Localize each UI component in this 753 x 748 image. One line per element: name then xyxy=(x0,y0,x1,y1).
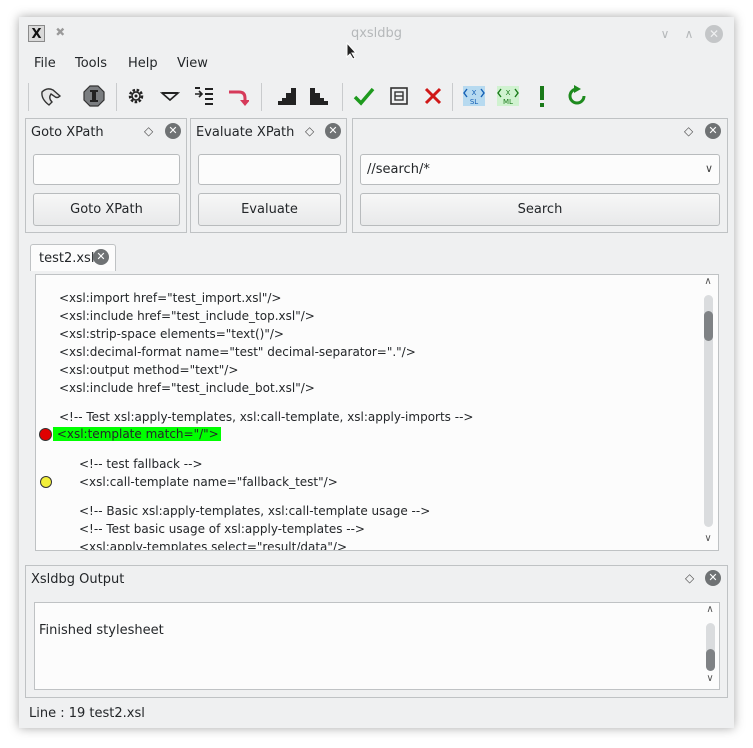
float-icon[interactable]: ◇ xyxy=(685,571,694,585)
scroll-down-icon[interactable]: ∨ xyxy=(701,533,715,544)
disabled-breakpoint-marker[interactable] xyxy=(40,476,52,488)
tab-close-icon[interactable]: ✕ xyxy=(93,249,109,265)
scroll-down-icon[interactable]: ∨ xyxy=(703,673,717,684)
svg-text:SL: SL xyxy=(470,98,478,106)
configure-icon[interactable] xyxy=(37,82,65,110)
title-bar: X ✚ qxsldbg ∨ ∧ ✕ xyxy=(19,17,734,51)
toolbar-separator xyxy=(342,83,343,111)
search-combo[interactable]: //search/* ∨ xyxy=(360,154,720,185)
goto-xpath-button[interactable]: Goto XPath xyxy=(33,193,180,226)
toolbar-separator xyxy=(452,83,453,111)
search-button[interactable]: Search xyxy=(360,193,720,226)
stairs-down-icon[interactable] xyxy=(305,82,333,110)
step-down-icon[interactable] xyxy=(156,82,184,110)
float-icon[interactable]: ◇ xyxy=(144,124,153,138)
exclamation-icon[interactable] xyxy=(528,82,556,110)
inspect-icon[interactable] xyxy=(80,82,108,110)
menu-file[interactable]: File xyxy=(34,56,56,71)
continue-check-icon[interactable] xyxy=(350,82,378,110)
evaluate-xpath-title: Evaluate XPath xyxy=(196,125,295,140)
code-line: <xsl:apply-templates select="result/data… xyxy=(79,540,348,551)
menu-help[interactable]: Help xyxy=(128,56,158,71)
minimize-button[interactable]: ∨ xyxy=(655,24,675,44)
evaluate-xpath-input[interactable] xyxy=(198,154,341,185)
evaluate-xpath-dock: Evaluate XPath ◇ ✕ Evaluate xyxy=(190,118,347,233)
breakpoint-marker[interactable] xyxy=(39,428,52,441)
main-window: X ✚ qxsldbg ∨ ∧ ✕ File Tools Help View X… xyxy=(19,17,734,728)
scroll-up-icon[interactable]: ∧ xyxy=(703,604,717,615)
reload-icon[interactable] xyxy=(563,82,591,110)
goto-xpath-title: Goto XPath xyxy=(31,125,104,140)
search-combo-value: //search/* xyxy=(367,162,430,177)
evaluate-button[interactable]: Evaluate xyxy=(198,193,341,226)
window-title: qxsldbg xyxy=(350,26,403,41)
output-dock: Xsldbg Output ◇ ✕ Finished stylesheet ∧ … xyxy=(25,565,728,698)
step-into-icon[interactable] xyxy=(190,82,218,110)
toolbar-separator xyxy=(116,83,117,111)
stairs-up-icon[interactable] xyxy=(273,82,301,110)
code-line: <xsl:call-template name="fallback_test"/… xyxy=(79,475,338,489)
float-icon[interactable]: ◇ xyxy=(684,124,693,138)
code-editor[interactable]: <xsl:import href="test_import.xsl"/> <xs… xyxy=(35,274,719,551)
settings-gear-icon[interactable] xyxy=(122,82,150,110)
toolbar: X SL X ML xyxy=(19,79,734,115)
goto-xpath-dock: Goto XPath ◇ ✕ Goto XPath xyxy=(25,118,187,233)
scroll-thumb[interactable] xyxy=(706,649,715,671)
tab-label: test2.xsl xyxy=(39,251,95,266)
svg-text:X: X xyxy=(506,89,511,97)
stop-cross-icon[interactable] xyxy=(419,82,447,110)
dock-close-icon[interactable]: ✕ xyxy=(705,570,721,586)
code-line: <xsl:decimal-format name="test" decimal-… xyxy=(59,345,416,359)
scroll-thumb[interactable] xyxy=(704,311,713,341)
search-dock: ◇ ✕ //search/* ∨ Search xyxy=(352,118,728,233)
run-frame-icon[interactable] xyxy=(385,82,413,110)
dock-close-icon[interactable]: ✕ xyxy=(705,123,721,139)
code-line: <xsl:include href="test_include_top.xsl"… xyxy=(59,309,315,323)
chevron-down-icon: ∨ xyxy=(704,162,713,175)
scroll-up-icon[interactable]: ∧ xyxy=(701,276,715,287)
xml-data-icon[interactable]: X ML xyxy=(494,82,522,110)
dock-close-icon[interactable]: ✕ xyxy=(325,123,341,139)
dock-close-icon[interactable]: ✕ xyxy=(165,123,181,139)
mouse-cursor-icon xyxy=(346,42,358,60)
output-scrollbar[interactable]: ∧ ∨ xyxy=(703,603,717,689)
code-line: <!-- Test xsl:apply-templates, xsl:call-… xyxy=(59,410,474,424)
current-line-highlight: <xsl:template match="/"> xyxy=(53,427,221,441)
menu-tools[interactable]: Tools xyxy=(75,56,107,71)
svg-text:X: X xyxy=(472,89,477,97)
menu-bar: File Tools Help View xyxy=(19,53,734,75)
code-line: <xsl:import href="test_import.xsl"/> xyxy=(59,291,282,305)
output-title: Xsldbg Output xyxy=(31,572,125,587)
float-icon[interactable]: ◇ xyxy=(305,124,314,138)
code-line: <xsl:strip-space elements="text()"/> xyxy=(59,327,284,341)
window-close-button[interactable]: ✕ xyxy=(705,25,723,43)
toolbar-separator xyxy=(28,83,29,111)
status-bar: Line : 19 test2.xsl xyxy=(29,706,145,721)
goto-xpath-input[interactable] xyxy=(33,154,180,185)
code-line: <!-- test fallback --> xyxy=(79,457,203,471)
code-line: <xsl:include href="test_include_bot.xsl"… xyxy=(59,381,315,395)
output-text-area[interactable]: Finished stylesheet ∧ ∨ xyxy=(34,602,720,690)
code-line: <!-- Test basic usage of xsl:apply-templ… xyxy=(79,522,365,536)
menu-view[interactable]: View xyxy=(177,56,208,71)
maximize-button[interactable]: ∧ xyxy=(679,24,699,44)
svg-text:ML: ML xyxy=(503,98,513,106)
editor-scrollbar[interactable]: ∧ ∨ xyxy=(701,275,715,550)
tab-test2-xsl[interactable]: test2.xsl ✕ xyxy=(30,244,116,271)
step-up-icon[interactable] xyxy=(223,82,251,110)
toolbar-separator xyxy=(261,83,262,111)
xsl-source-icon[interactable]: X SL xyxy=(460,82,488,110)
code-line: <!-- Basic xsl:apply-templates, xsl:call… xyxy=(79,504,431,518)
output-text: Finished stylesheet xyxy=(39,623,164,638)
code-line: <xsl:output method="text"/> xyxy=(59,363,239,377)
